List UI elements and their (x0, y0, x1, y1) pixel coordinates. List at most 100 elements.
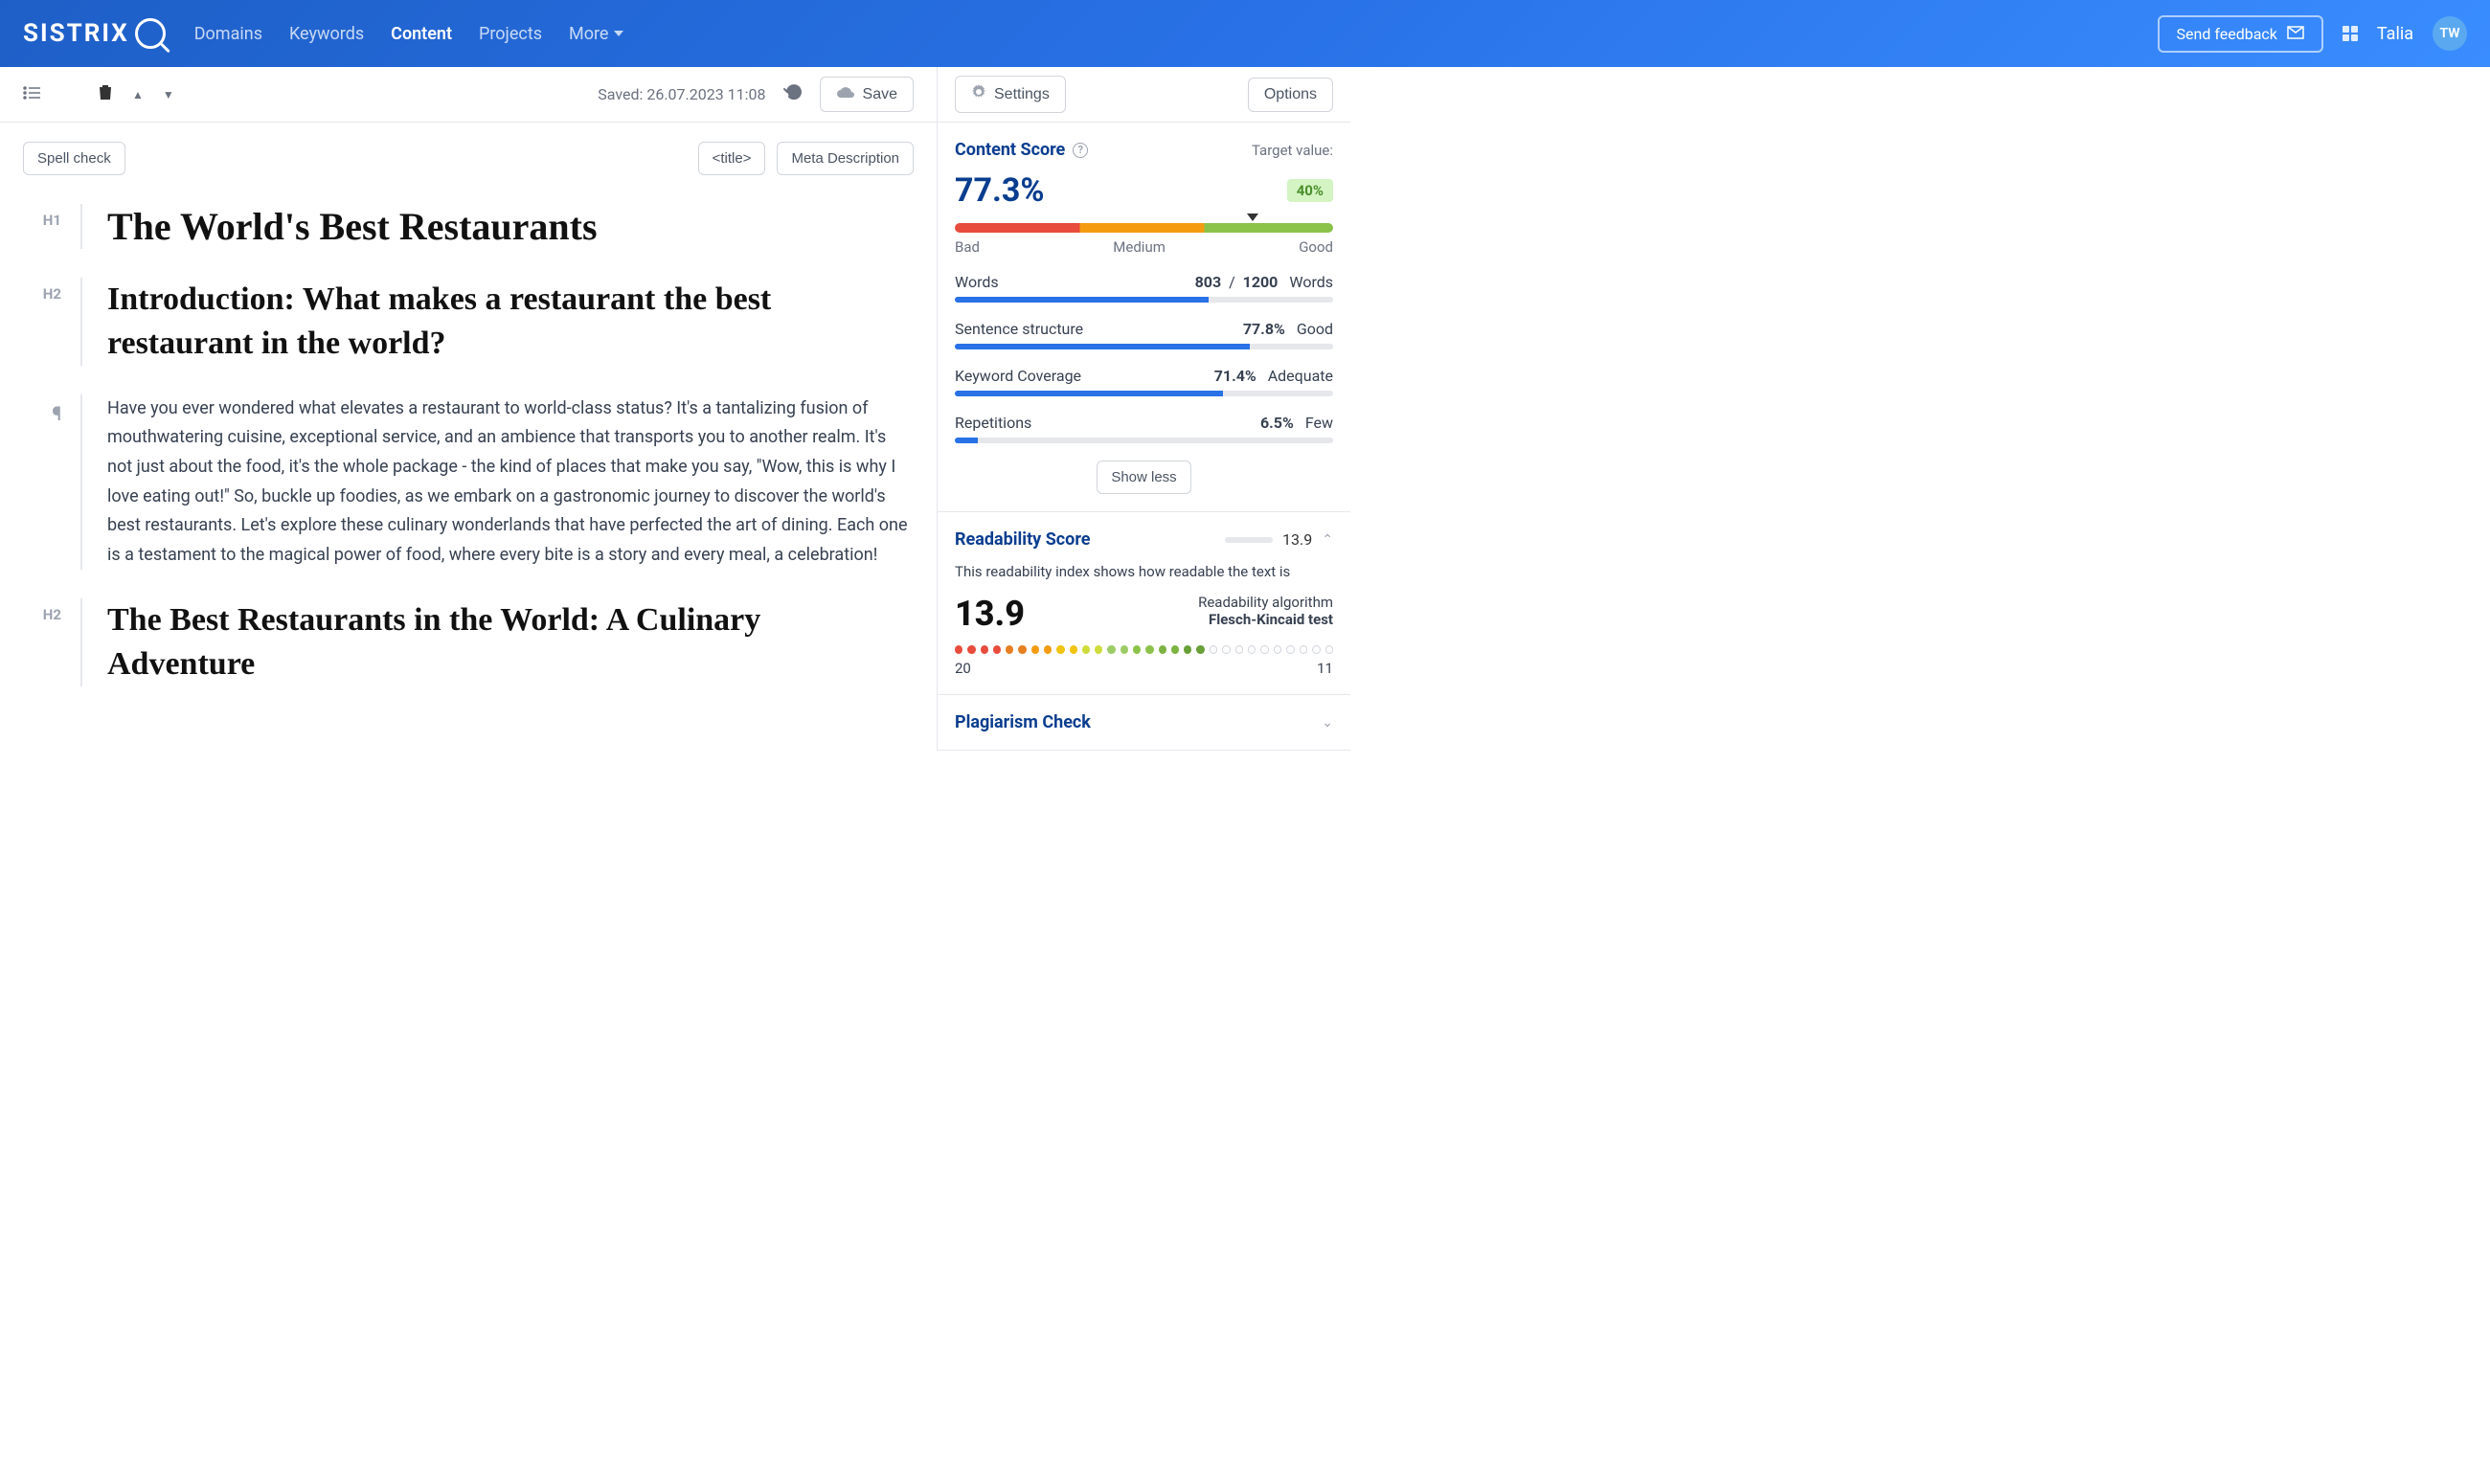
user-name[interactable]: Talia (2377, 24, 2413, 44)
header-right: Send feedback Talia TW (2158, 15, 2467, 53)
content-score-value: 77.3% (955, 171, 1045, 210)
feedback-label: Send feedback (2177, 25, 2277, 43)
main: Spell check <title> Meta Description H1 … (0, 123, 2490, 751)
undo-icon[interactable] (783, 83, 803, 105)
chevron-down-icon: ⌄ (1322, 715, 1333, 731)
dot (1196, 645, 1204, 654)
dot (1159, 645, 1166, 654)
editor-toolbar: ▲ ▼ Saved: 26.07.2023 11:08 Save (0, 67, 937, 123)
readability-dots (955, 645, 1333, 654)
editor-sub-toolbar: Spell check <title> Meta Description (23, 142, 914, 175)
dot (1070, 645, 1077, 654)
metric-name: Repetitions (955, 414, 1031, 432)
block-h1: H1 The World's Best Restaurants (23, 204, 914, 249)
dot (955, 645, 962, 654)
dot (1145, 645, 1153, 654)
readability-title: Readability Score (955, 529, 1090, 550)
nav-more[interactable]: More (569, 24, 623, 44)
block-label-h2a: H2 (23, 278, 61, 366)
title-button[interactable]: <title> (698, 142, 766, 175)
nav-more-label: More (569, 24, 608, 44)
content-score-panel: Content Score ? Target value: 77.3% 40% … (938, 123, 1350, 512)
metric-row: Repetitions 6.5%Few (955, 414, 1333, 443)
settings-button[interactable]: Settings (955, 76, 1066, 113)
block-label-h1: H1 (23, 204, 61, 249)
dot (1184, 645, 1191, 654)
dot (1274, 645, 1281, 654)
main-nav: Domains Keywords Content Projects More (194, 24, 624, 44)
sidebar-toolbar: Settings Options (937, 67, 1350, 123)
metric-value: 6.5%Few (1260, 414, 1333, 432)
feedback-button[interactable]: Send feedback (2158, 15, 2323, 53)
metric-progress (955, 344, 1333, 349)
metric-name: Sentence structure (955, 320, 1083, 338)
metric-value: 71.4%Adequate (1214, 367, 1333, 385)
dot (1044, 645, 1052, 654)
metric-row: Sentence structure 77.8%Good (955, 320, 1333, 349)
options-button[interactable]: Options (1248, 78, 1333, 112)
dot (1222, 645, 1230, 654)
avatar[interactable]: TW (2433, 16, 2467, 51)
label-medium: Medium (1113, 238, 1166, 256)
algo-name: Flesch-Kincaid test (1198, 611, 1333, 628)
dot (1260, 645, 1268, 654)
metric-name: Keyword Coverage (955, 367, 1081, 385)
heading-h1[interactable]: The World's Best Restaurants (107, 204, 914, 249)
algo-label: Readability algorithm (1198, 594, 1333, 611)
heading-h2-intro[interactable]: Introduction: What makes a restaurant th… (107, 278, 914, 366)
dot (1018, 645, 1026, 654)
nav-content[interactable]: Content (391, 24, 452, 44)
metric-value: 77.8%Good (1243, 320, 1333, 338)
content-score-title-text: Content Score (955, 140, 1065, 160)
dot (1210, 645, 1217, 654)
app-header: SISTRIX Domains Keywords Content Project… (0, 0, 2490, 67)
target-badge: 40% (1287, 179, 1333, 202)
target-label: Target value: (1252, 142, 1333, 159)
block-label-h2b: H2 (23, 598, 61, 686)
dot (1235, 645, 1243, 654)
meta-description-button[interactable]: Meta Description (777, 142, 914, 175)
dot-left: 20 (955, 660, 971, 677)
dot (1133, 645, 1141, 654)
mail-icon (2287, 25, 2304, 43)
caret-up-icon[interactable]: ▲ (132, 88, 144, 101)
settings-label: Settings (994, 86, 1050, 103)
caret-down-icon[interactable]: ▼ (163, 88, 174, 101)
dot (1095, 645, 1102, 654)
metric-progress (955, 297, 1333, 303)
search-icon (135, 18, 166, 49)
dot (1312, 645, 1320, 654)
metric-row: Words 803 / 1200Words (955, 273, 1333, 303)
trash-icon[interactable] (98, 83, 113, 105)
metric-value: 803 / 1200Words (1195, 273, 1333, 291)
metric-name: Words (955, 273, 999, 291)
nav-domains[interactable]: Domains (194, 24, 262, 44)
nav-projects[interactable]: Projects (479, 24, 542, 44)
block-h2-intro: H2 Introduction: What makes a restaurant… (23, 278, 914, 366)
dot (1286, 645, 1294, 654)
plagiarism-title: Plagiarism Check (955, 712, 1091, 732)
dot (993, 645, 1001, 654)
save-button[interactable]: Save (820, 77, 914, 112)
list-icon[interactable] (23, 84, 40, 104)
paragraph-body[interactable]: Have you ever wondered what elevates a r… (107, 394, 914, 571)
nav-keywords[interactable]: Keywords (289, 24, 364, 44)
help-icon[interactable]: ? (1073, 143, 1088, 158)
dot (1082, 645, 1090, 654)
dot (1300, 645, 1307, 654)
dot (1120, 645, 1128, 654)
cloud-icon (836, 85, 855, 103)
dot (1248, 645, 1256, 654)
dot-right: 11 (1317, 660, 1333, 677)
block-h2-adventure: H2 The Best Restaurants in the World: A … (23, 598, 914, 686)
logo[interactable]: SISTRIX (23, 18, 166, 49)
readability-algo: Readability algorithm Flesch-Kincaid tes… (1198, 594, 1333, 628)
apps-icon[interactable] (2343, 26, 2358, 41)
plagiarism-toggle[interactable]: Plagiarism Check ⌄ (955, 712, 1333, 732)
show-less-button[interactable]: Show less (1097, 461, 1190, 494)
heading-h2-adventure[interactable]: The Best Restaurants in the World: A Cul… (107, 598, 914, 686)
readability-desc: This readability index shows how readabl… (955, 563, 1333, 580)
label-good: Good (1299, 238, 1333, 256)
spellcheck-button[interactable]: Spell check (23, 142, 125, 175)
chevron-up-icon[interactable]: ⌃ (1322, 532, 1333, 548)
